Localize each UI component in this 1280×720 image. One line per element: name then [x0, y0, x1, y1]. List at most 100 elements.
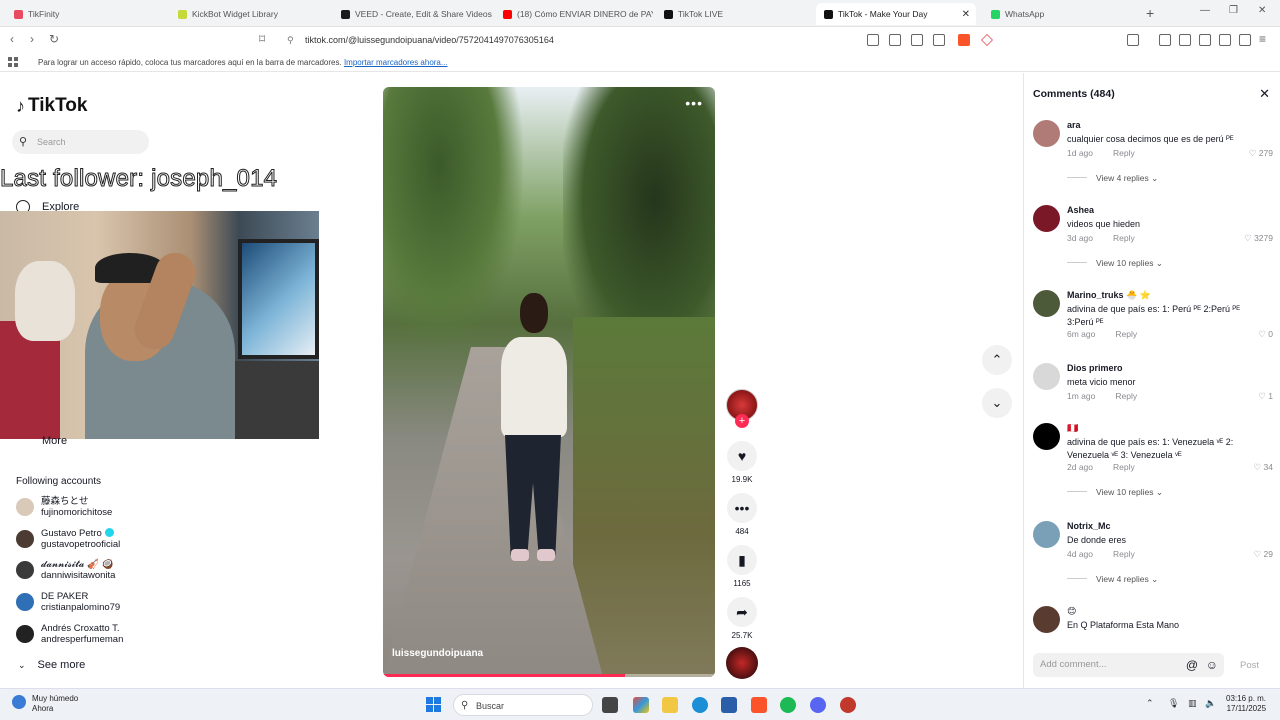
comment-author[interactable]: 🇵🇪	[1067, 423, 1078, 434]
import-bookmarks-link[interactable]: Importar marcadores ahora...	[344, 58, 448, 67]
volume-icon[interactable]: 🔈	[1205, 698, 1216, 709]
more-options-icon[interactable]: •••	[685, 95, 703, 111]
reply-button[interactable]: Reply	[1113, 148, 1135, 158]
comment-author[interactable]: ara	[1067, 120, 1081, 130]
discord-icon[interactable]	[810, 697, 826, 713]
next-video-button[interactable]: ⌄	[982, 388, 1012, 418]
reply-button[interactable]: Reply	[1113, 233, 1135, 243]
spotify-icon[interactable]	[780, 697, 796, 713]
comment-author[interactable]: Dios primero	[1067, 363, 1123, 373]
store-icon[interactable]	[721, 697, 737, 713]
windows-start-icon[interactable]	[426, 697, 441, 712]
mic-icon[interactable]: 🎙	[1168, 698, 1179, 709]
close-window-icon[interactable]: ✕	[1258, 5, 1266, 16]
comment-like-button[interactable]: ♡ 279	[1249, 148, 1273, 159]
vpn-icon[interactable]	[1239, 34, 1251, 46]
tiktok-logo[interactable]: ♪ TikTok	[16, 95, 87, 117]
task-view-icon[interactable]	[602, 697, 618, 713]
reply-button[interactable]: Reply	[1115, 391, 1137, 401]
like-button[interactable]: ♥ 19.9K	[725, 441, 759, 484]
maximize-icon[interactable]: ❐	[1229, 5, 1238, 16]
avatar[interactable]	[1033, 290, 1060, 317]
avatar[interactable]	[1033, 606, 1060, 633]
browser-tab[interactable]: TikTok - Make Your Day ✕	[816, 3, 976, 25]
sidebar-toggle-icon[interactable]	[1127, 34, 1139, 46]
mention-icon[interactable]: @	[1186, 653, 1198, 677]
comment-like-button[interactable]: ♡ 1	[1258, 391, 1273, 402]
save-button[interactable]: ▮ 1165	[725, 545, 759, 588]
ai-sparkle-icon[interactable]	[1219, 34, 1231, 46]
following-account[interactable]: 藤森ちとせ fujinomorichitose	[16, 494, 112, 520]
avatar[interactable]	[1033, 363, 1060, 390]
follow-plus-icon[interactable]: +	[735, 414, 749, 428]
new-tab-button[interactable]: +	[1146, 5, 1154, 21]
menu-icon[interactable]: ≡	[1259, 32, 1266, 46]
translate-icon[interactable]	[911, 34, 923, 46]
video-player[interactable]: ••• luissegundoipuana	[383, 87, 715, 677]
weather-widget[interactable]: Muy húmedo Ahora	[12, 694, 78, 714]
brave-shield-icon[interactable]	[958, 34, 970, 46]
tray-chevron-icon[interactable]: ⌃	[1146, 698, 1154, 709]
brave-icon[interactable]	[751, 697, 767, 713]
comment-author[interactable]: Ashea	[1067, 205, 1094, 215]
close-icon[interactable]: ✕	[1259, 86, 1270, 102]
browser-tab[interactable]: WhatsApp	[983, 3, 1133, 25]
browser-tab[interactable]: KickBot Widget Library	[170, 3, 330, 25]
share-icon[interactable]	[933, 34, 945, 46]
close-tab-icon[interactable]: ✕	[962, 9, 970, 20]
view-replies-button[interactable]: View 10 replies ⌄	[1067, 258, 1163, 269]
comment-like-button[interactable]: ♡ 0	[1258, 329, 1273, 340]
avatar[interactable]	[1033, 423, 1060, 450]
browser-tab[interactable]: TikFinity	[6, 3, 166, 25]
video-author-handle[interactable]: luissegundoipuana	[392, 648, 483, 659]
file-explorer-icon[interactable]	[662, 697, 678, 713]
comment-author[interactable]: Notrix_Mc	[1067, 521, 1111, 531]
forward-icon[interactable]: ›	[30, 32, 34, 46]
previous-video-button[interactable]: ⌃	[982, 345, 1012, 375]
avatar[interactable]	[1033, 205, 1060, 232]
music-icon[interactable]	[1159, 34, 1171, 46]
avatar[interactable]	[1033, 120, 1060, 147]
share-button[interactable]: ➦ 25.7K	[725, 597, 759, 640]
site-info-icon[interactable]: ⚲	[287, 30, 294, 50]
add-comment-input[interactable]: Add comment... @ ☺	[1033, 653, 1224, 677]
video-progress-bar[interactable]	[383, 674, 715, 677]
emoji-icon[interactable]: ☺	[1206, 653, 1218, 677]
post-button[interactable]: Post	[1240, 660, 1259, 671]
comment-author[interactable]: 😊	[1067, 606, 1076, 617]
comment-author[interactable]: Marino_truks 🐣 ⭐	[1067, 290, 1151, 301]
comment-like-button[interactable]: ♡ 29	[1254, 549, 1273, 560]
minimize-icon[interactable]: —	[1200, 5, 1210, 16]
browser-tab[interactable]: VEED - Create, Edit & Share Videos O	[333, 3, 493, 25]
comment-button[interactable]: ••• 484	[725, 493, 759, 536]
copilot-icon[interactable]	[633, 697, 649, 713]
wallet-icon[interactable]	[1199, 34, 1211, 46]
see-more-button[interactable]: ⌄ See more	[18, 659, 85, 671]
reply-button[interactable]: Reply	[1113, 549, 1135, 559]
reload-icon[interactable]: ↻	[49, 32, 59, 46]
music-disc-icon[interactable]	[726, 647, 758, 679]
search-input[interactable]: ⚲ Search	[12, 130, 149, 154]
following-account[interactable]: DE PAKER cristianpalomino79	[16, 589, 120, 615]
tracking-off-icon[interactable]	[867, 34, 879, 46]
back-icon[interactable]: ‹	[10, 32, 14, 46]
system-clock[interactable]: 03:16 p. m. 17/11/2025	[1226, 694, 1266, 714]
following-account[interactable]: Gustavo Petro gustavopetrooficial	[16, 526, 120, 552]
browser-tab[interactable]: (18) Cómo ENVIAR DINERO de PAYP	[495, 3, 653, 25]
apps-grid-icon[interactable]	[8, 57, 18, 67]
avatar[interactable]	[1033, 521, 1060, 548]
view-replies-button[interactable]: View 10 replies ⌄	[1067, 487, 1163, 498]
reply-button[interactable]: Reply	[1115, 329, 1137, 339]
panel-icon[interactable]	[1179, 34, 1191, 46]
app-icon[interactable]	[840, 697, 856, 713]
sidebar-item-more[interactable]: More	[42, 435, 67, 447]
browser-tab[interactable]: TikTok LIVE	[656, 3, 814, 25]
network-icon[interactable]: ▥	[1188, 698, 1197, 709]
edge-icon[interactable]	[692, 697, 708, 713]
comment-like-button[interactable]: ♡ 3279	[1244, 233, 1273, 244]
following-account[interactable]: Andrés Croxatto T. andresperfumeman	[16, 621, 123, 647]
reply-button[interactable]: Reply	[1113, 462, 1135, 472]
view-replies-button[interactable]: View 4 replies ⌄	[1067, 173, 1158, 184]
cast-icon[interactable]	[889, 34, 901, 46]
comment-like-button[interactable]: ♡ 34	[1254, 462, 1273, 473]
